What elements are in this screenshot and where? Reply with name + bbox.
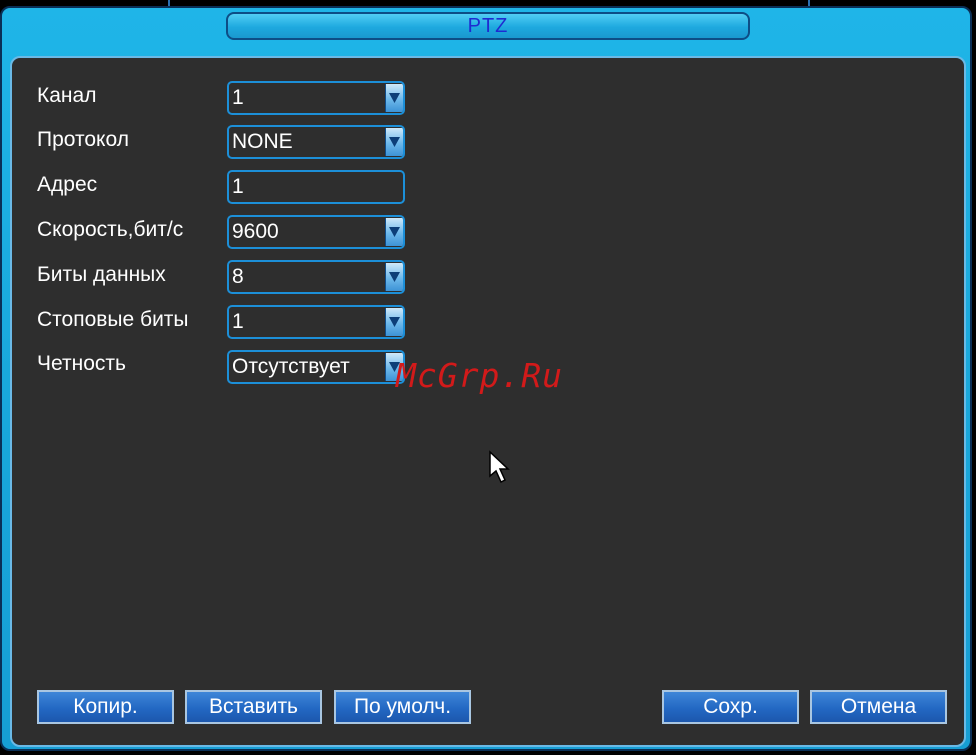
mouse-pointer-icon — [488, 450, 514, 491]
address-label: Адрес — [37, 173, 98, 196]
data-bits-label: Биты данных — [37, 263, 166, 286]
protocol-select[interactable]: NONE — [227, 125, 405, 159]
data-bits-value: 8 — [232, 265, 244, 288]
watermark: McGrp.Ru — [396, 356, 563, 395]
protocol-value: NONE — [232, 130, 293, 153]
chevron-down-icon[interactable] — [385, 84, 403, 112]
parity-select[interactable]: Отсутствует — [227, 350, 405, 384]
baud-rate-select[interactable]: 9600 — [227, 215, 405, 249]
stop-bits-select[interactable]: 1 — [227, 305, 405, 339]
data-bits-select[interactable]: 8 — [227, 260, 405, 294]
stop-bits-value: 1 — [232, 310, 244, 333]
address-input[interactable]: 1 — [227, 170, 405, 204]
stop-bits-label: Стоповые биты — [37, 308, 189, 331]
chevron-down-icon[interactable] — [385, 218, 403, 246]
parity-label: Четность — [37, 352, 126, 375]
channel-select[interactable]: 1 — [227, 81, 405, 115]
paste-button[interactable]: Вставить — [185, 690, 322, 724]
channel-label: Канал — [37, 84, 97, 107]
default-button[interactable]: По умолч. — [334, 690, 471, 724]
copy-button[interactable]: Копир. — [37, 690, 174, 724]
chevron-down-icon[interactable] — [385, 308, 403, 336]
parity-value: Отсутствует — [232, 355, 350, 378]
chevron-down-icon[interactable] — [385, 263, 403, 291]
save-button[interactable]: Сохр. — [662, 690, 799, 724]
baud-rate-value: 9600 — [232, 220, 279, 243]
chevron-down-icon[interactable] — [385, 128, 403, 156]
protocol-label: Протокол — [37, 128, 129, 151]
baud-rate-label: Скорость,бит/с — [37, 218, 184, 241]
cancel-button[interactable]: Отмена — [810, 690, 947, 724]
settings-panel — [10, 56, 966, 747]
channel-value: 1 — [232, 86, 244, 109]
window-title: PTZ — [226, 12, 750, 40]
address-value: 1 — [232, 175, 244, 198]
